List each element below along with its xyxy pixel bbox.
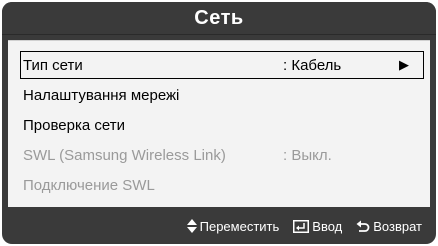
menu-item-value: : Выкл. — [283, 146, 332, 164]
menu-item-label: Проверка сети — [23, 116, 125, 134]
title-bar: Сеть — [2, 2, 436, 35]
hint-back-label: Возврат — [373, 218, 422, 234]
up-down-arrow-icon — [186, 219, 197, 233]
footer-hints: Переместить Ввод Возврат — [2, 208, 436, 244]
return-icon — [356, 220, 370, 233]
hint-back: Возврат — [356, 219, 422, 234]
hint-enter-label: Ввод — [312, 218, 343, 234]
arrow-right-icon: ▶ — [399, 57, 409, 72]
menu-item-value: : Кабель — [283, 56, 342, 74]
menu-item-network-test[interactable]: Проверка сети — [20, 111, 424, 139]
dialog-title: Сеть — [194, 6, 244, 29]
hint-move-label: Переместить — [199, 218, 280, 234]
hint-enter: Ввод — [293, 219, 342, 234]
network-dialog: Сеть Тип сети : Кабель ▶ Налаштування ме… — [2, 2, 436, 244]
menu-panel: Тип сети : Кабель ▶ Налаштування мережі … — [8, 40, 430, 207]
menu-item-label: Налаштування мережі — [23, 86, 180, 104]
menu-item-swl: SWL (Samsung Wireless Link) : Выкл. — [20, 141, 424, 169]
menu-item-label: Подключение SWL — [23, 176, 155, 194]
menu-item-network-settings[interactable]: Налаштування мережі — [20, 81, 424, 109]
menu-item-swl-connect: Подключение SWL — [20, 171, 424, 199]
menu-item-label: SWL (Samsung Wireless Link) — [23, 146, 226, 164]
menu-item-label: Тип сети — [23, 56, 83, 74]
hint-move: Переместить — [186, 218, 280, 234]
menu-list: Тип сети : Кабель ▶ Налаштування мережі … — [20, 51, 424, 201]
enter-icon — [293, 219, 310, 233]
menu-item-network-type[interactable]: Тип сети : Кабель ▶ — [20, 51, 424, 79]
